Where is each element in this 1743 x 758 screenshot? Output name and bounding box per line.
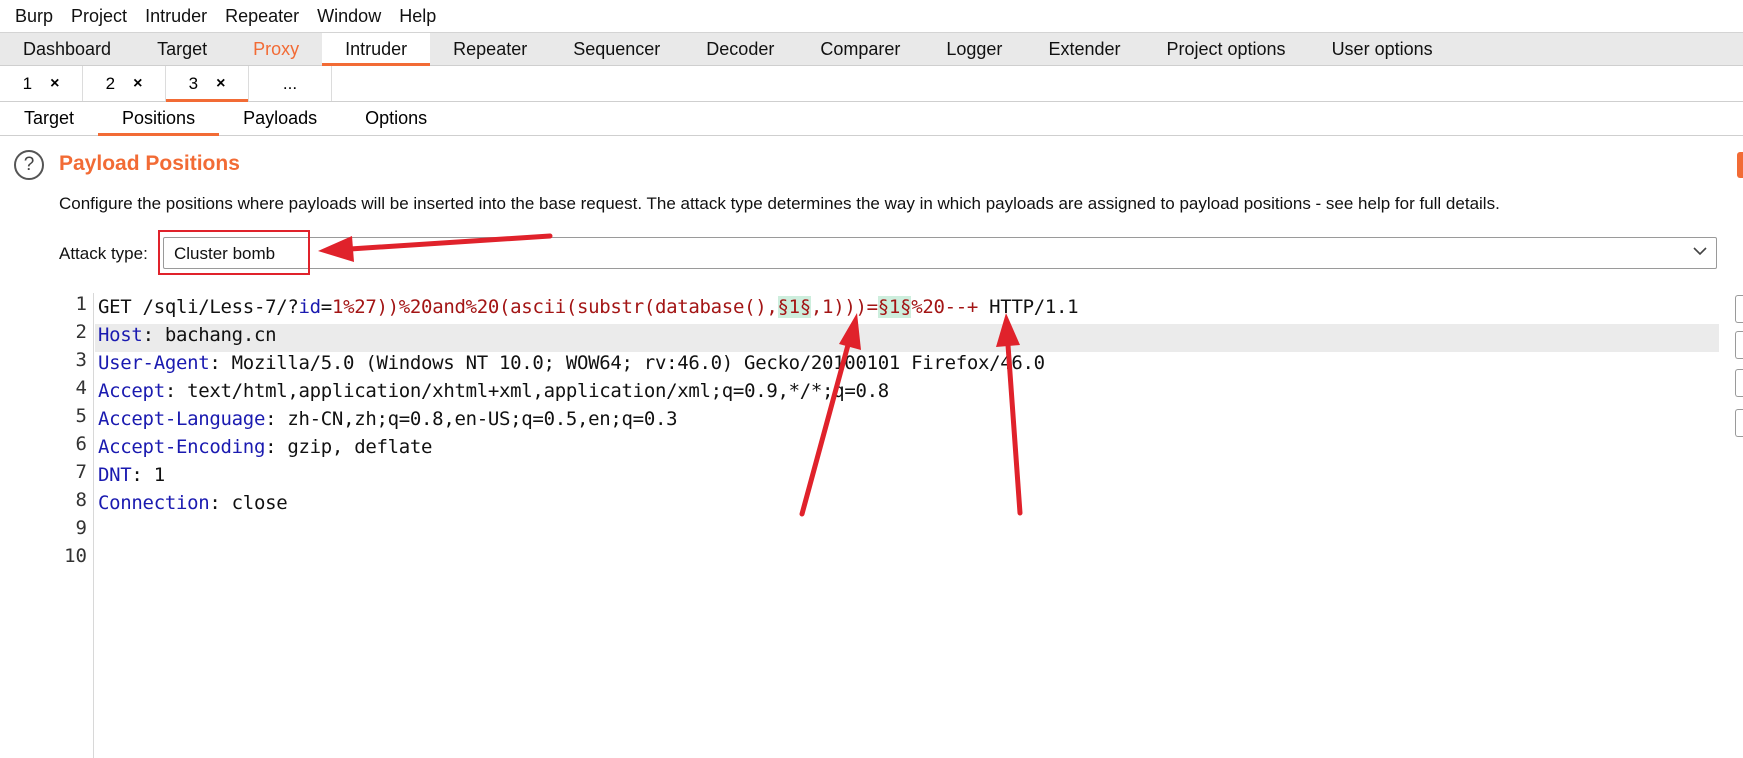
tab-logger[interactable]: Logger: [923, 33, 1025, 65]
tab-options[interactable]: Options: [341, 102, 451, 135]
tab-payloads[interactable]: Payloads: [219, 102, 341, 135]
header-line: Connection: close: [98, 489, 288, 517]
chevron-down-icon: [1693, 247, 1707, 256]
tab-intruder[interactable]: Intruder: [322, 33, 431, 66]
line-number: 7: [75, 461, 87, 483]
tab-sequencer[interactable]: Sequencer: [550, 33, 683, 65]
line-number-gutter: 1 2 3 4 5 6 7 8 9 10: [59, 293, 94, 758]
menu-intruder[interactable]: Intruder: [136, 0, 216, 32]
tab-proxy[interactable]: Proxy: [230, 33, 322, 65]
tab-decoder[interactable]: Decoder: [683, 33, 797, 65]
header-name: DNT: [98, 464, 132, 486]
line-number: 9: [75, 517, 87, 539]
attack-type-label: Attack type:: [59, 244, 148, 263]
attack-tab-label: 3: [188, 73, 199, 93]
line-number: 6: [75, 433, 87, 455]
sub-tab-bar: Target Positions Payloads Options: [0, 102, 1743, 136]
header-value: : text/html,application/xhtml+xml,applic…: [164, 380, 889, 402]
side-button-auto[interactable]: [1735, 369, 1743, 397]
menu-help[interactable]: Help: [390, 0, 445, 32]
tab-project-options[interactable]: Project options: [1143, 33, 1308, 65]
query-value: %20--+: [911, 296, 979, 318]
help-icon[interactable]: ?: [14, 150, 44, 180]
line-number: 2: [75, 321, 87, 343]
payload-marker-1[interactable]: §1§: [777, 296, 811, 318]
close-icon[interactable]: ×: [133, 75, 142, 93]
header-value: : 1: [131, 464, 165, 486]
header-value: : close: [209, 492, 288, 514]
header-line: Accept-Encoding: gzip, deflate: [98, 433, 432, 461]
header-value: : gzip, deflate: [265, 436, 433, 458]
payload-marker-2[interactable]: §1§: [877, 296, 911, 318]
tab-repeater[interactable]: Repeater: [430, 33, 550, 65]
tab-extender[interactable]: Extender: [1025, 33, 1143, 65]
line-number: 10: [64, 545, 87, 567]
line-number: 8: [75, 489, 87, 511]
tab-positions[interactable]: Positions: [98, 102, 220, 136]
line-number: 1: [75, 293, 87, 315]
new-tab-label: ...: [282, 73, 298, 93]
tab-positions-target[interactable]: Target: [0, 102, 98, 135]
menu-bar: Burp Project Intruder Repeater Window He…: [0, 0, 1743, 32]
menu-burp[interactable]: Burp: [6, 0, 62, 32]
main-tab-bar: Dashboard Target Proxy Intruder Repeater…: [0, 32, 1743, 66]
attack-tab-label: 2: [105, 73, 116, 93]
attack-tab-3[interactable]: 3 ×: [166, 66, 249, 102]
header-line: Accept-Language: zh-CN,zh;q=0.8,en-US;q=…: [98, 405, 678, 433]
request-editor[interactable]: 1 2 3 4 5 6 7 8 9 10 GET /sqli/Less-7/?i…: [59, 293, 1719, 758]
header-name: Accept: [98, 380, 165, 402]
tab-user-options[interactable]: User options: [1309, 33, 1456, 65]
header-name: User-Agent: [98, 352, 210, 374]
menu-repeater[interactable]: Repeater: [216, 0, 308, 32]
header-name: Accept-Encoding: [98, 436, 266, 458]
side-button-refresh[interactable]: [1735, 409, 1743, 437]
query-value: ,1)))=: [810, 296, 878, 318]
http-version: HTTP/1.1: [978, 296, 1079, 318]
query-eq: =: [320, 296, 332, 318]
attack-tab-2[interactable]: 2 ×: [83, 66, 166, 101]
attack-type-value: Cluster bomb: [174, 244, 276, 263]
close-icon[interactable]: ×: [50, 75, 59, 93]
request-line: GET /sqli/Less-7/?id=1%27))%20and%20(asc…: [98, 293, 1079, 321]
query-value: 1%27))%20and%20(ascii(substr(database(),: [331, 296, 778, 318]
tab-comparer[interactable]: Comparer: [797, 33, 923, 65]
tab-dashboard[interactable]: Dashboard: [0, 33, 134, 65]
attack-tab-label: 1: [22, 73, 33, 93]
line-number: 5: [75, 405, 87, 427]
section-description: Configure the positions where payloads w…: [59, 194, 1500, 213]
header-value: : zh-CN,zh;q=0.8,en-US;q=0.5,en;q=0.3: [265, 408, 678, 430]
side-button-clear[interactable]: [1735, 331, 1743, 359]
attack-tab-1[interactable]: 1 ×: [0, 66, 83, 101]
header-line: User-Agent: Mozilla/5.0 (Windows NT 10.0…: [98, 349, 1045, 377]
header-line: Host: bachang.cn: [98, 321, 277, 349]
attack-tab-bar: 1 × 2 × 3 × ...: [0, 66, 1743, 102]
section-title: Payload Positions: [59, 152, 240, 175]
tab-target[interactable]: Target: [134, 33, 230, 65]
request-method-path: GET /sqli/Less-7/?: [98, 296, 299, 318]
header-value: : bachang.cn: [142, 324, 277, 346]
side-button-add[interactable]: [1735, 295, 1743, 323]
attack-type-select[interactable]: Cluster bomb: [163, 237, 1717, 269]
burp-window: Burp Project Intruder Repeater Window He…: [0, 0, 1743, 758]
header-line: Accept: text/html,application/xhtml+xml,…: [98, 377, 889, 405]
close-icon[interactable]: ×: [216, 75, 225, 93]
header-value: : Mozilla/5.0 (Windows NT 10.0; WOW64; r…: [209, 352, 1045, 374]
current-line-highlight: [95, 324, 1719, 352]
line-number: 4: [75, 377, 87, 399]
header-line: DNT: 1: [98, 461, 165, 489]
line-number: 3: [75, 349, 87, 371]
side-panel-tab[interactable]: [1737, 152, 1743, 178]
header-name: Connection: [98, 492, 210, 514]
menu-window[interactable]: Window: [308, 0, 390, 32]
menu-project[interactable]: Project: [62, 0, 136, 32]
header-name: Host: [98, 324, 143, 346]
query-param-name: id: [298, 296, 322, 318]
new-attack-tab[interactable]: ...: [249, 66, 332, 101]
header-name: Accept-Language: [98, 408, 266, 430]
